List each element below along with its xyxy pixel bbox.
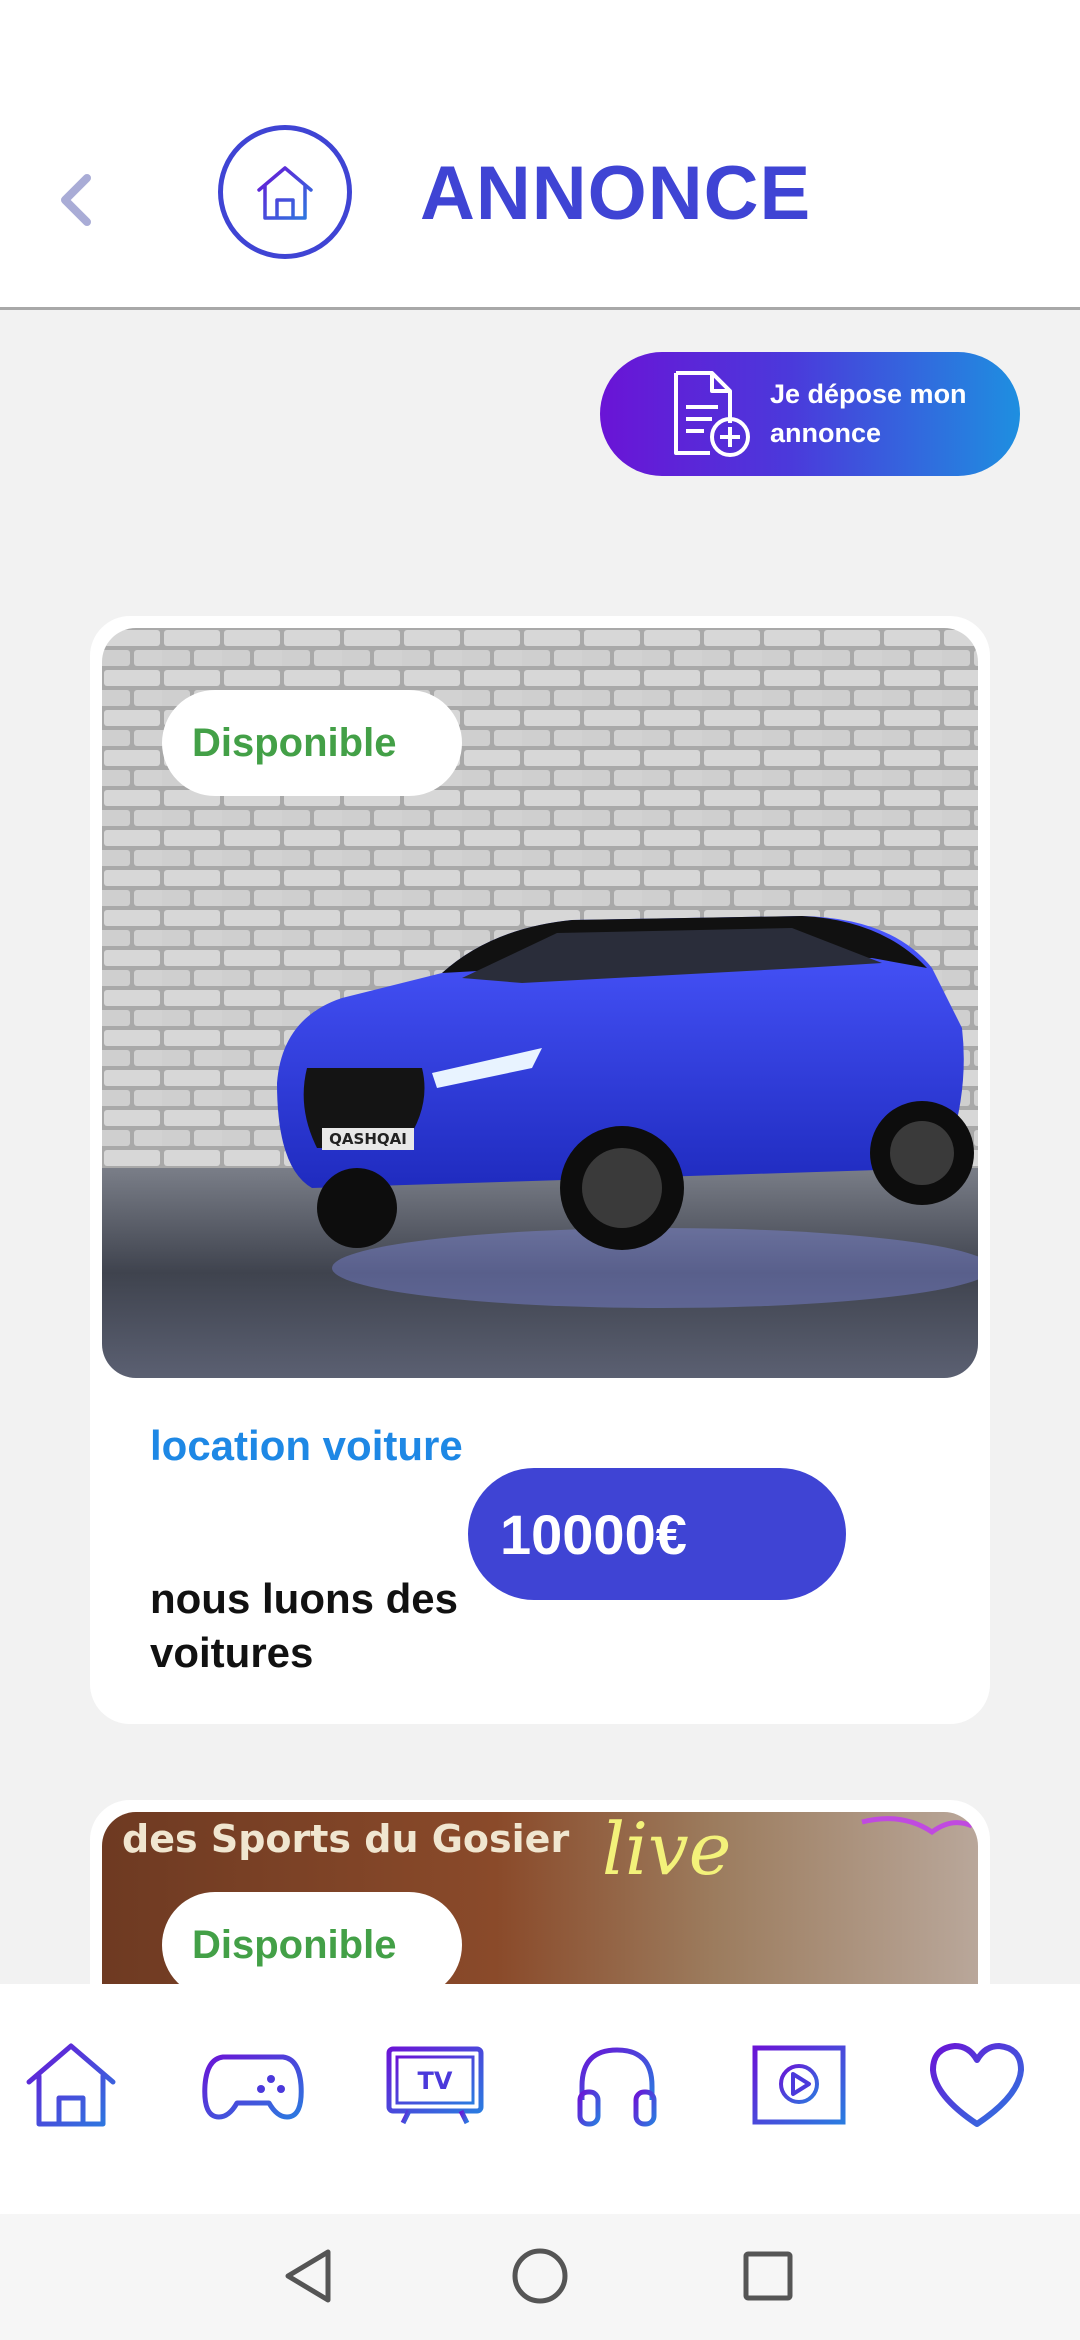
home-button[interactable] [218,125,352,259]
home-circle-icon [512,2248,568,2304]
svg-text:TV: TV [418,2067,453,2095]
tv-icon: TV [386,2046,484,2125]
back-button[interactable] [48,164,102,236]
svg-text:live: live [602,1812,731,1891]
listing-card[interactable]: QASHQAI Disponible location voiture 1000… [90,616,990,1724]
nav-games[interactable] [198,2030,308,2140]
app-header: ANNONCE [0,0,1080,310]
svg-text:QASHQAI: QASHQAI [329,1130,407,1148]
system-home-button[interactable] [500,2236,580,2316]
listing-description: nous luons des voitures [150,1575,459,1676]
bottom-navigation: TV [0,1984,1080,2214]
status-badge: Disponible [162,1892,462,1998]
system-navigation-bar [0,2214,1080,2340]
document-add-icon [674,371,750,457]
deposit-button-label: Je dépose mon annonce [770,379,967,448]
status-badge: Disponible [162,690,462,796]
back-triangle-icon [285,2249,331,2303]
headphones-icon [577,2047,657,2127]
system-recents-button[interactable] [728,2236,808,2316]
video-play-icon [752,2045,846,2125]
nav-video[interactable] [744,2030,854,2140]
recents-square-icon [743,2251,793,2301]
home-icon [26,2043,116,2127]
page-title: ANNONCE [420,151,812,236]
nav-tv[interactable]: TV [380,2030,490,2140]
blue-suv-photo[interactable]: QASHQAI Disponible [102,628,978,1378]
chevron-left-icon [61,174,91,226]
nav-music[interactable] [562,2030,672,2140]
nav-favorites[interactable] [922,2030,1032,2140]
gamepad-icon [202,2054,304,2120]
system-back-button[interactable] [268,2236,348,2316]
listing-title[interactable]: location voiture [150,1422,463,1470]
nav-home[interactable] [16,2030,126,2140]
heart-icon [930,2043,1024,2127]
home-icon [257,166,313,220]
deposit-listing-button[interactable]: Je dépose mon annonce [600,352,1020,476]
price-badge: 10000€ [468,1468,846,1600]
svg-text:des Sports du Gosier: des Sports du Gosier [122,1817,569,1861]
